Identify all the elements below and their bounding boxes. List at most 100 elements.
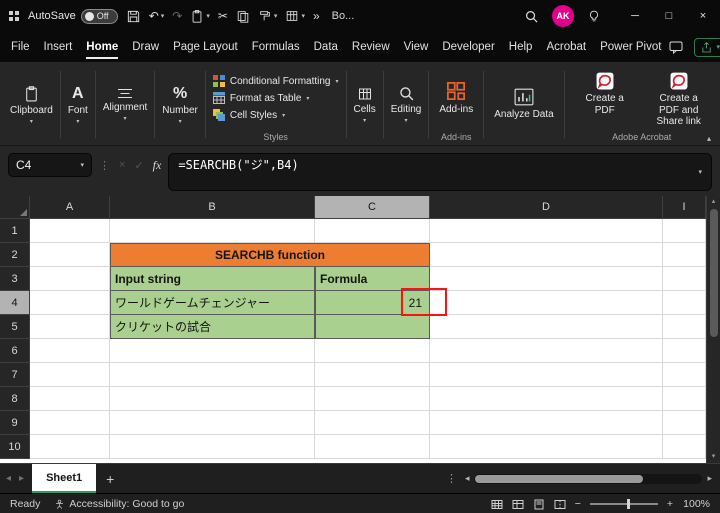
ribbon-group-number[interactable]: % Number ▾ (158, 64, 202, 145)
cell[interactable] (315, 363, 430, 387)
formula-bar-expand-button[interactable]: ▾ (698, 168, 702, 176)
cell[interactable] (430, 267, 663, 291)
cell[interactable] (110, 387, 315, 411)
cell[interactable] (430, 291, 663, 315)
search-icon[interactable] (524, 9, 539, 24)
cell[interactable] (315, 411, 430, 435)
row-header-7[interactable]: 7 (0, 363, 30, 387)
column-header-b[interactable]: B (110, 196, 315, 219)
tab-formulas[interactable]: Formulas (245, 32, 307, 62)
cell[interactable] (30, 387, 110, 411)
ribbon-group-clipboard[interactable]: Clipboard ▾ (6, 64, 57, 145)
toolbar-overflow-button[interactable]: » (313, 9, 320, 23)
hscroll-right-icon[interactable]: ▸ (707, 473, 712, 484)
cancel-button[interactable]: × (119, 159, 125, 171)
status-mode[interactable]: Ready (10, 498, 40, 510)
cell[interactable] (430, 363, 663, 387)
paste-button[interactable]: ▾ (190, 9, 210, 24)
cell[interactable] (110, 363, 315, 387)
cell[interactable] (30, 315, 110, 339)
cell[interactable] (30, 363, 110, 387)
row-header-4[interactable]: 4 (0, 291, 30, 315)
row-header-1[interactable]: 1 (0, 219, 30, 243)
column-header-d[interactable]: D (430, 196, 663, 219)
formula-text[interactable]: =SEARCHB("ジ",B4) (178, 157, 298, 174)
maximize-button[interactable]: □ (652, 0, 686, 32)
cell[interactable] (663, 363, 706, 387)
ribbon-group-cells[interactable]: Cells ▾ (350, 64, 380, 145)
cell[interactable] (30, 291, 110, 315)
ribbon-group-editing[interactable]: Editing ▾ (387, 64, 426, 145)
cell[interactable] (430, 219, 663, 243)
cell-styles-button[interactable]: Cell Styles ▾ (212, 109, 285, 121)
horizontal-scrollbar[interactable]: ◂ ▸ (465, 473, 712, 484)
zoom-level[interactable]: 100% (682, 498, 710, 510)
tab-help[interactable]: Help (502, 32, 540, 62)
avatar[interactable]: AK (552, 5, 574, 27)
borders-button[interactable]: ▾ (285, 9, 305, 23)
row-header-10[interactable]: 10 (0, 435, 30, 459)
name-box[interactable]: C4 ▾ (8, 153, 92, 177)
tab-page-layout[interactable]: Page Layout (166, 32, 245, 62)
tab-view[interactable]: View (397, 32, 436, 62)
zoom-slider-thumb[interactable] (627, 499, 631, 509)
tab-review[interactable]: Review (345, 32, 397, 62)
cell[interactable] (430, 435, 663, 459)
tab-file[interactable]: File (4, 32, 37, 62)
cell[interactable] (110, 411, 315, 435)
enter-button[interactable]: ✓ (134, 159, 143, 172)
cell[interactable] (430, 339, 663, 363)
cell[interactable] (30, 267, 110, 291)
tab-power-pivot[interactable]: Power Pivot (593, 32, 668, 62)
cell[interactable] (663, 315, 706, 339)
cell[interactable] (315, 219, 430, 243)
formula-input[interactable]: =SEARCHB("ジ",B4) ▾ (168, 153, 712, 191)
cell[interactable] (663, 387, 706, 411)
scroll-down-icon[interactable]: ▾ (712, 453, 716, 460)
create-pdf-share-button[interactable]: Create a PDF and Share link (646, 72, 712, 128)
sheet-nav-left[interactable]: ◂ (6, 473, 11, 484)
page-layout-view-icon[interactable] (533, 499, 545, 510)
cell[interactable] (663, 435, 706, 459)
cell[interactable] (30, 243, 110, 267)
hscroll-left-icon[interactable]: ◂ (465, 473, 470, 484)
cell[interactable] (663, 411, 706, 435)
cell-b3[interactable]: Input string (110, 267, 315, 291)
zoom-slider[interactable] (589, 499, 658, 509)
ribbon-group-alignment[interactable]: Alignment ▾ (99, 64, 151, 145)
cell[interactable] (430, 315, 663, 339)
row-header-8[interactable]: 8 (0, 387, 30, 411)
autosave-toggle[interactable]: AutoSave Off (28, 8, 118, 24)
tab-draw[interactable]: Draw (125, 32, 166, 62)
format-painter-button[interactable]: ▾ (258, 9, 277, 23)
tab-developer[interactable]: Developer (435, 32, 501, 62)
cell-b2-c2-merged[interactable]: SEARCHB function (110, 243, 430, 267)
cell[interactable] (315, 435, 430, 459)
conditional-formatting-button[interactable]: Conditional Formatting ▾ (212, 75, 339, 87)
vscroll-thumb[interactable] (709, 209, 718, 337)
row-header-3[interactable]: 3 (0, 267, 30, 291)
cell[interactable] (663, 267, 706, 291)
row-header-5[interactable]: 5 (0, 315, 30, 339)
tabbar-overflow[interactable]: ⋮ (446, 472, 457, 485)
cell[interactable] (30, 411, 110, 435)
cell[interactable] (315, 339, 430, 363)
cell[interactable] (110, 219, 315, 243)
column-header-i[interactable]: I (663, 196, 706, 219)
cell[interactable] (30, 339, 110, 363)
cell[interactable] (430, 387, 663, 411)
row-header-2[interactable]: 2 (0, 243, 30, 267)
row-header-6[interactable]: 6 (0, 339, 30, 363)
lightbulb-icon[interactable] (587, 9, 601, 24)
ribbon-collapse-button[interactable]: ▴ (707, 134, 711, 143)
page-break-view-icon[interactable] (554, 499, 566, 510)
cell[interactable] (110, 435, 315, 459)
accessibility-status[interactable]: Accessibility: Good to go (54, 498, 184, 510)
add-sheet-button[interactable]: + (106, 471, 114, 487)
normal-view-icon[interactable] (512, 499, 524, 510)
column-header-a[interactable]: A (30, 196, 110, 219)
cell[interactable] (663, 219, 706, 243)
comments-button[interactable] (668, 39, 684, 55)
zoom-out-button[interactable]: − (575, 498, 581, 510)
sheet-nav-right[interactable]: ▸ (19, 473, 24, 484)
